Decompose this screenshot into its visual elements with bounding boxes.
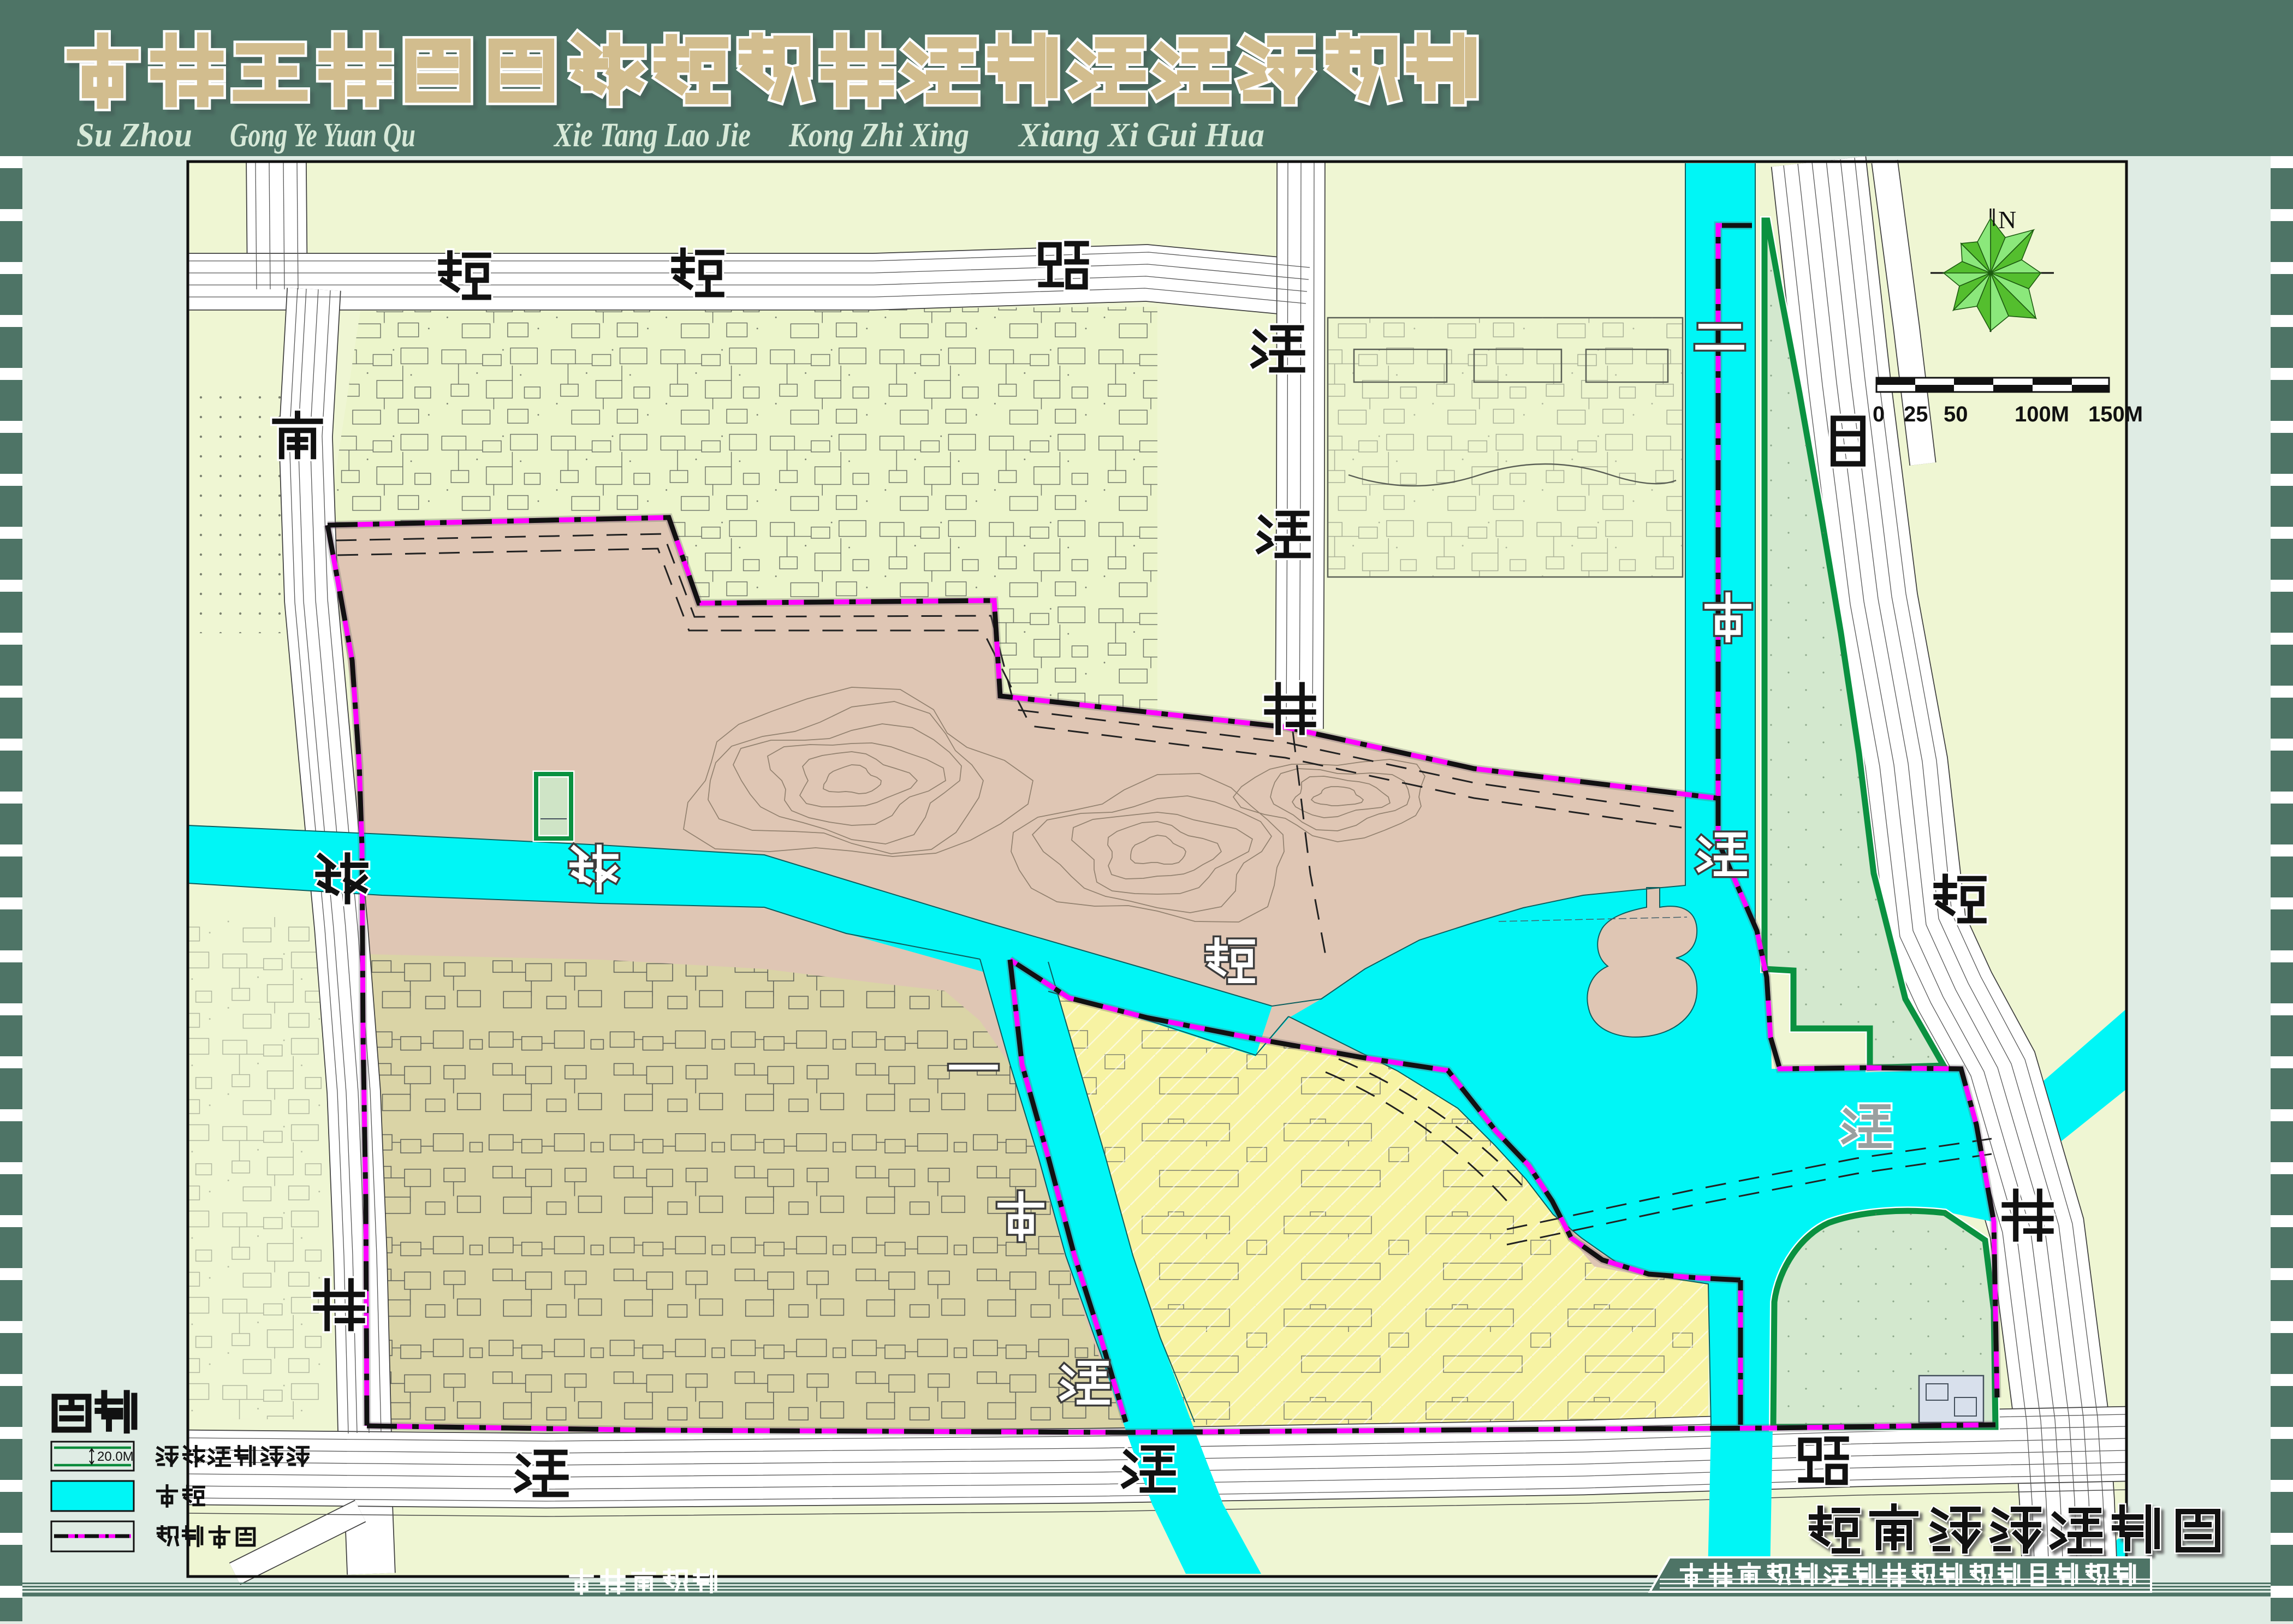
svg-text:100M: 100M [2015,402,2069,426]
svg-text:Kong Zhi Xing: Kong Zhi Xing [788,117,969,154]
svg-text:0: 0 [1873,402,1885,426]
svg-text:Su Zhou: Su Zhou [76,117,192,154]
svg-text:25: 25 [1904,402,1928,426]
svg-text:20.0M: 20.0M [97,1449,134,1464]
svg-text:Gong Ye Yuan Qu: Gong Ye Yuan Qu [230,117,415,154]
svg-text:50: 50 [1944,402,1968,426]
svg-text:150M: 150M [2088,402,2143,426]
svg-text:Xie Tang Lao Jie: Xie Tang Lao Jie [553,117,751,154]
svg-text:N: N [1998,206,2016,234]
svg-text:Xiang Xi Gui Hua: Xiang Xi Gui Hua [1018,117,1264,154]
